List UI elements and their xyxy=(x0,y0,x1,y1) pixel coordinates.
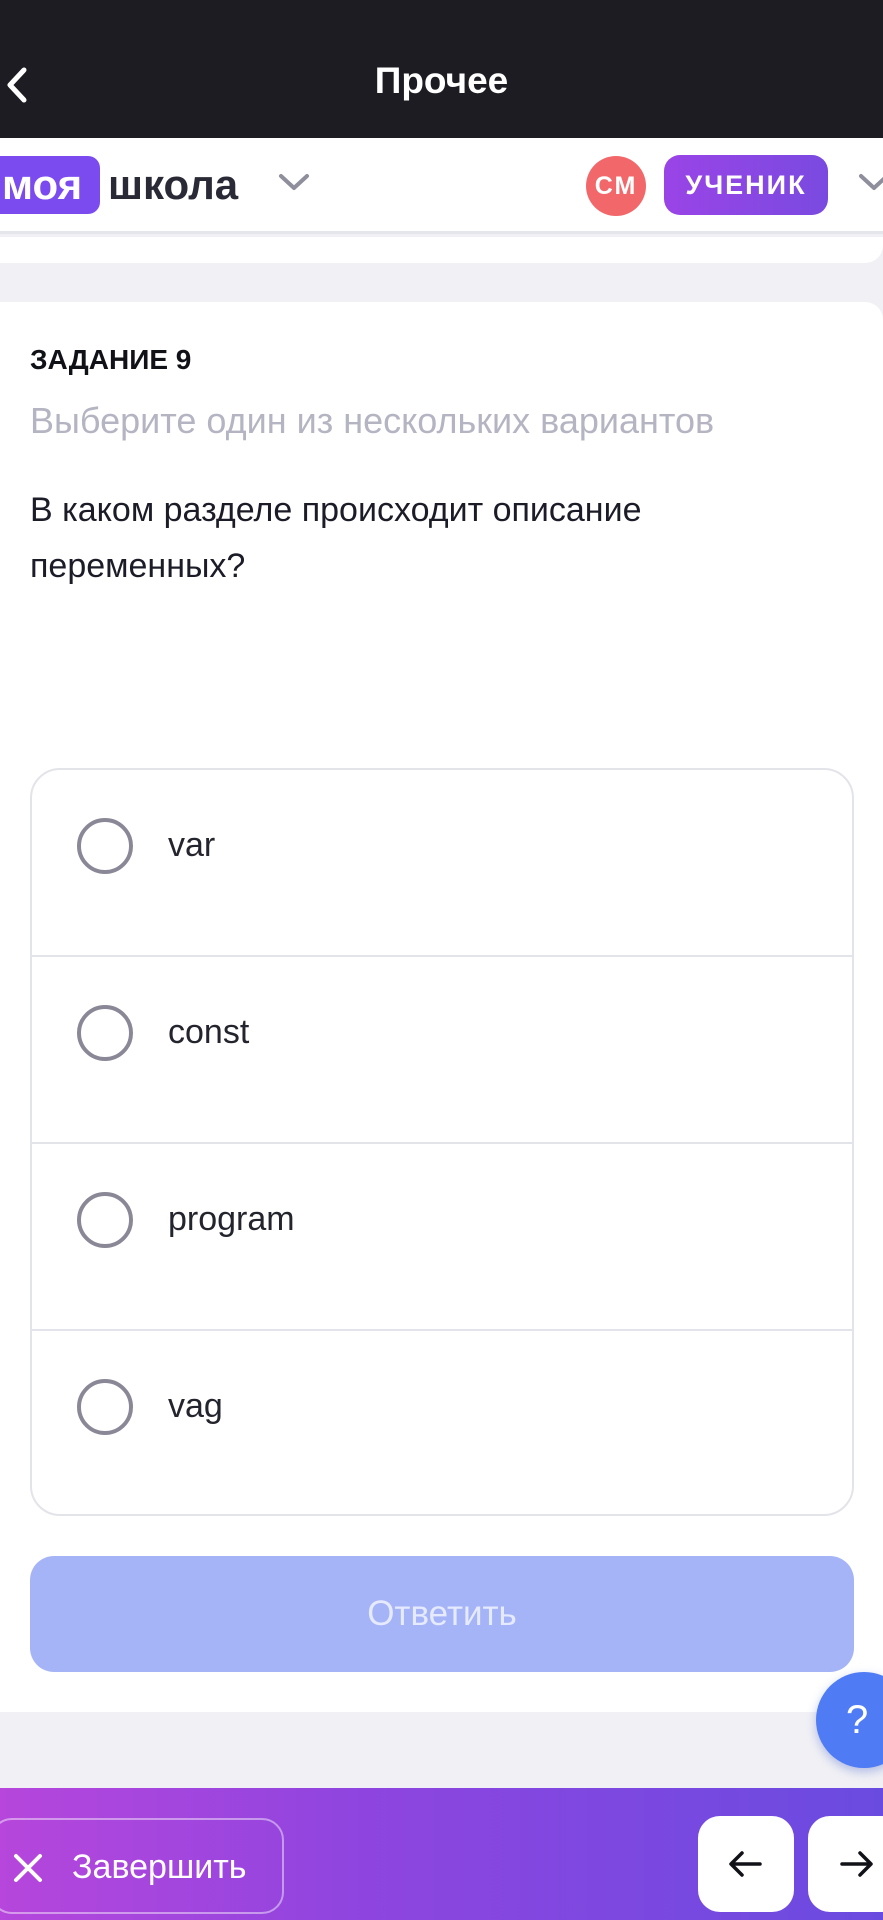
option-vag[interactable]: vag xyxy=(32,1331,852,1514)
page-title: Прочее xyxy=(374,60,509,101)
option-var[interactable]: var xyxy=(32,770,852,957)
previous-task-button[interactable] xyxy=(698,1816,794,1912)
answer-button[interactable]: Ответить xyxy=(30,1556,854,1672)
avatar[interactable]: СМ xyxy=(586,156,646,216)
answer-options: var const program vag xyxy=(30,768,854,1516)
logo-shkola[interactable]: школа xyxy=(108,156,238,214)
task-hint: Выберите один из нескольких вариантов xyxy=(30,400,715,441)
role-badge[interactable]: УЧЕНИК xyxy=(664,155,828,215)
option-label: vag xyxy=(168,1387,223,1425)
logo-moya[interactable]: моя xyxy=(0,156,100,214)
next-task-button[interactable] xyxy=(808,1816,883,1912)
profile-dropdown-chevron-icon[interactable] xyxy=(856,170,883,194)
option-label: var xyxy=(168,826,216,864)
arrow-left-icon xyxy=(729,1851,762,1877)
option-const[interactable]: const xyxy=(32,957,852,1144)
bottom-bar: Завершить xyxy=(0,1788,883,1920)
radio-icon[interactable] xyxy=(77,1192,133,1248)
content-strip xyxy=(0,237,883,263)
school-dropdown-chevron-icon[interactable] xyxy=(276,170,312,194)
arrow-right-icon xyxy=(840,1851,873,1877)
finish-button[interactable]: Завершить xyxy=(0,1818,284,1914)
radio-icon[interactable] xyxy=(77,818,133,874)
option-program[interactable]: program xyxy=(32,1144,852,1331)
app-top-bar: Прочее xyxy=(0,0,883,138)
question-text: В каком разделе происходит описание пере… xyxy=(30,491,642,585)
close-icon xyxy=(14,1854,42,1882)
radio-icon[interactable] xyxy=(77,1379,133,1435)
brand-header: моя школа СМ УЧЕНИК xyxy=(0,138,883,234)
task-number: ЗАДАНИЕ 9 xyxy=(30,344,192,375)
radio-icon[interactable] xyxy=(77,1005,133,1061)
option-label: program xyxy=(168,1200,295,1238)
finish-label: Завершить xyxy=(72,1848,247,1886)
option-label: const xyxy=(168,1013,250,1051)
